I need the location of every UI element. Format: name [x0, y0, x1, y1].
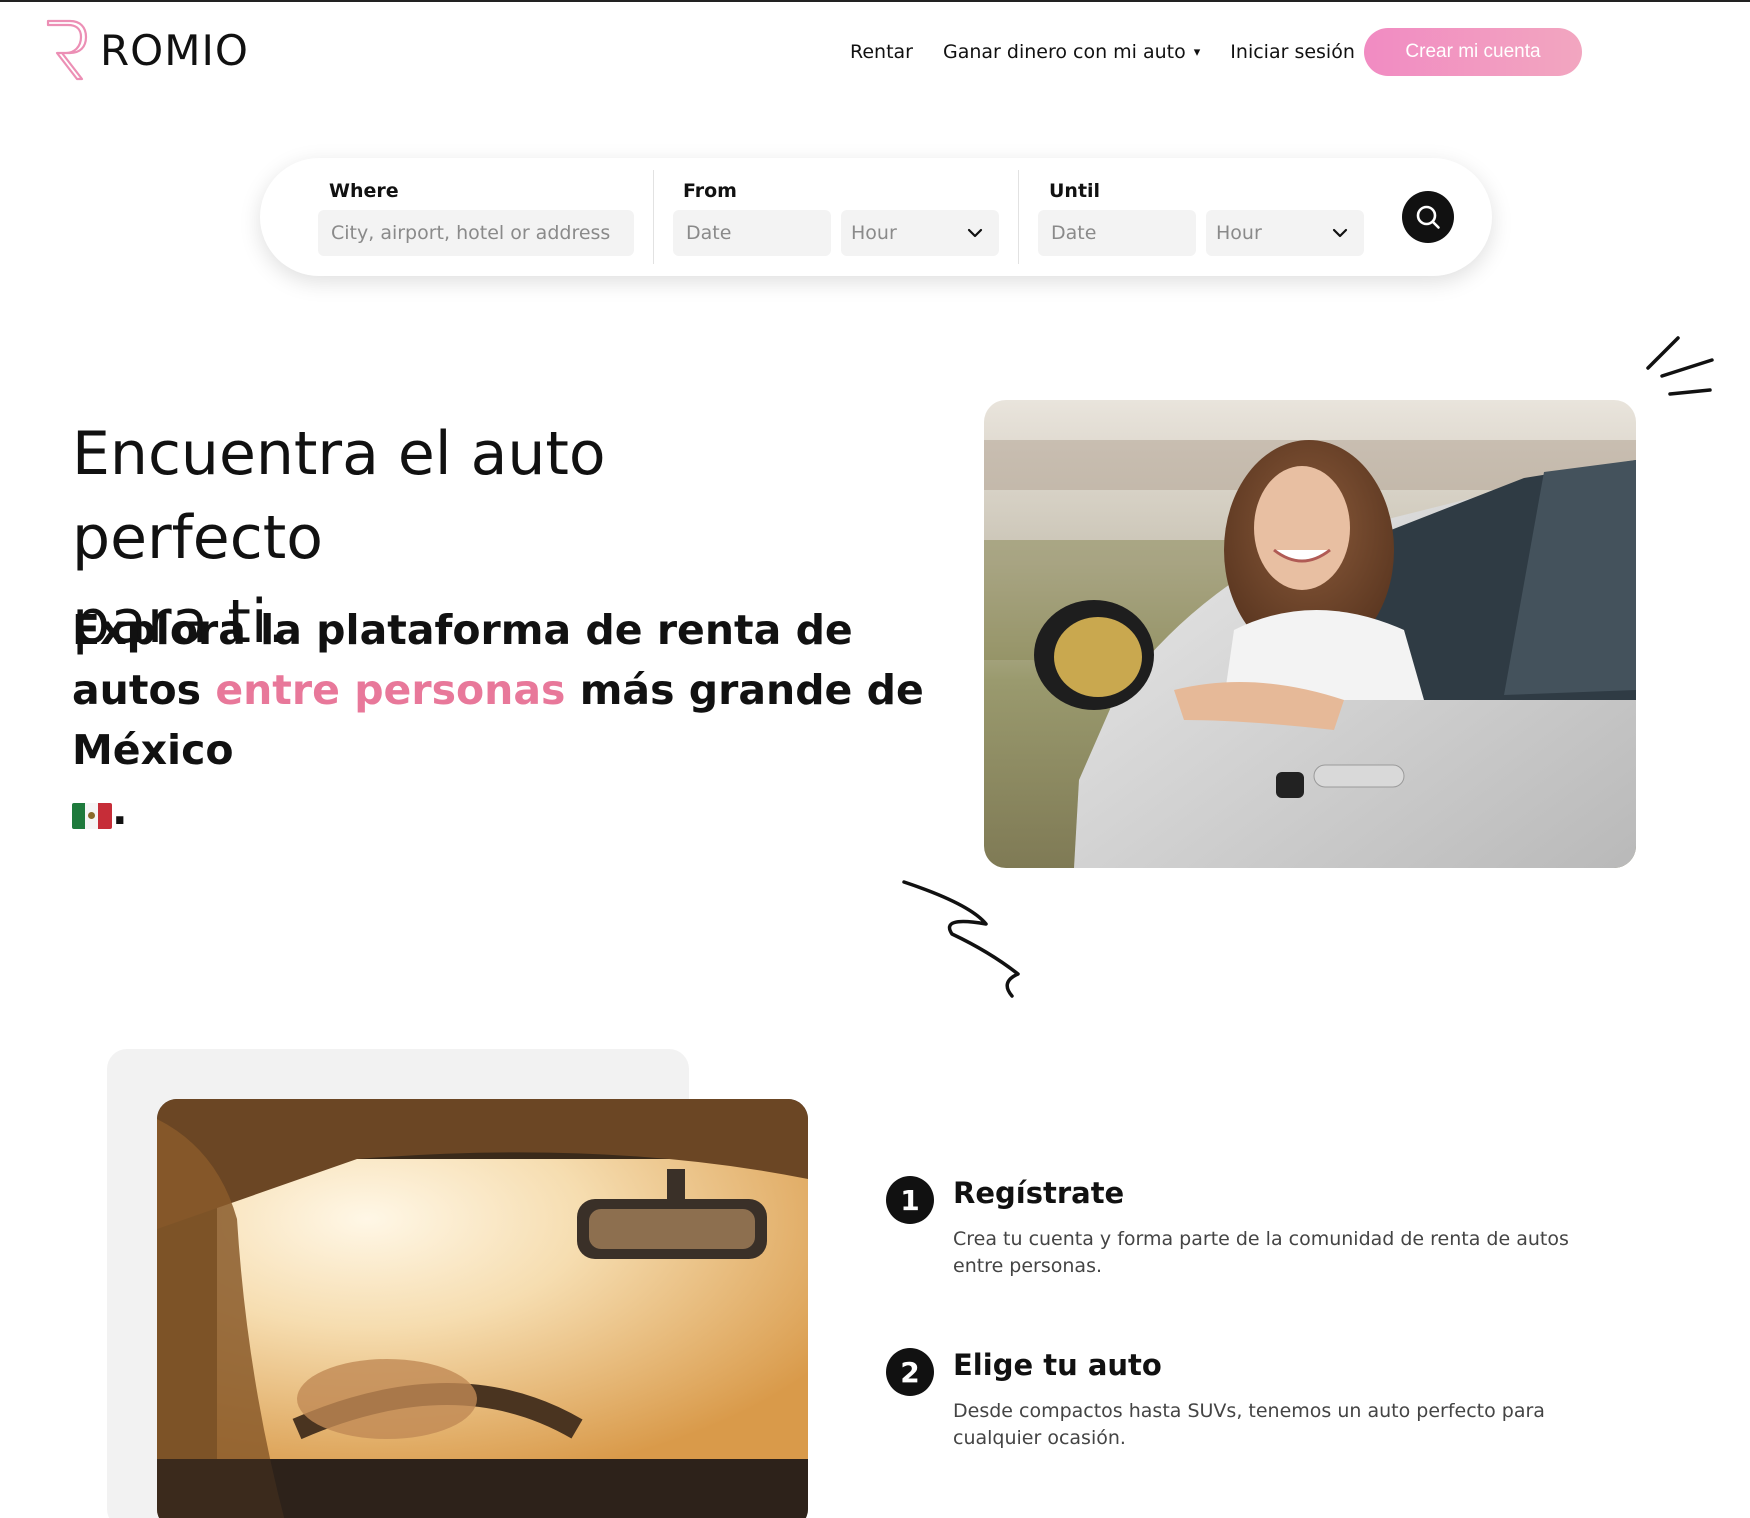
step-number-1: 1 [886, 1176, 934, 1224]
driver-photo [157, 1099, 808, 1518]
from-label: From [683, 180, 737, 202]
nav-ganar-dinero[interactable]: Ganar dinero con mi auto ▾ [943, 41, 1200, 63]
where-label: Where [329, 180, 399, 202]
divider [653, 170, 654, 264]
until-date-input[interactable] [1038, 210, 1196, 256]
hero-subtitle: Explora la plataforma de renta de autos … [72, 600, 932, 840]
search-button[interactable] [1402, 191, 1454, 243]
until-label: Until [1049, 180, 1101, 202]
logo-text: ROMIO [100, 25, 249, 75]
from-hour-select[interactable]: Hour [841, 210, 999, 256]
from-date-input[interactable] [673, 210, 831, 256]
decorative-lines-icon [1646, 336, 1714, 396]
hero-subtitle-end: . [112, 786, 128, 834]
hero-title-line1: Encuentra el auto perfecto [72, 419, 606, 573]
romio-logo-icon [46, 19, 88, 81]
driver-image [157, 1099, 808, 1518]
crear-cuenta-button[interactable]: Crear mi cuenta [1364, 28, 1582, 76]
nav-rentar[interactable]: Rentar [850, 41, 913, 63]
nav-iniciar-sesion[interactable]: Iniciar sesión [1230, 41, 1355, 63]
mexico-flag-icon [72, 803, 112, 829]
logo[interactable]: ROMIO [46, 18, 249, 82]
hero-subtitle-highlight: entre personas [215, 666, 566, 714]
hero-image [984, 400, 1636, 868]
top-border [0, 0, 1750, 2]
nav-ganar-dinero-label: Ganar dinero con mi auto [942, 41, 1186, 63]
step-title-1: Regístrate [953, 1176, 1125, 1210]
step-description-2: Desde compactos hasta SUVs, tenemos un a… [953, 1400, 1545, 1449]
divider [1018, 170, 1019, 264]
step-number-2: 2 [886, 1348, 934, 1396]
from-hour-value: Hour [851, 222, 897, 244]
search-bar: Where From Hour Until Hour [260, 158, 1492, 276]
until-hour-select[interactable]: Hour [1206, 210, 1364, 256]
search-icon [1416, 205, 1440, 229]
caret-down-icon: ▾ [1193, 44, 1201, 60]
woman-in-car-photo [984, 400, 1636, 868]
chevron-down-icon [1332, 228, 1348, 238]
decorative-squiggle-icon [902, 880, 1020, 998]
step-title-2: Elige tu auto [953, 1348, 1162, 1382]
main-nav: Rentar Ganar dinero con mi auto ▾ Inicia… [850, 28, 1385, 76]
where-input[interactable] [318, 210, 634, 256]
until-hour-value: Hour [1216, 222, 1262, 244]
chevron-down-icon [967, 228, 983, 238]
step-description-1: Crea tu cuenta y forma parte de la comun… [953, 1228, 1569, 1277]
